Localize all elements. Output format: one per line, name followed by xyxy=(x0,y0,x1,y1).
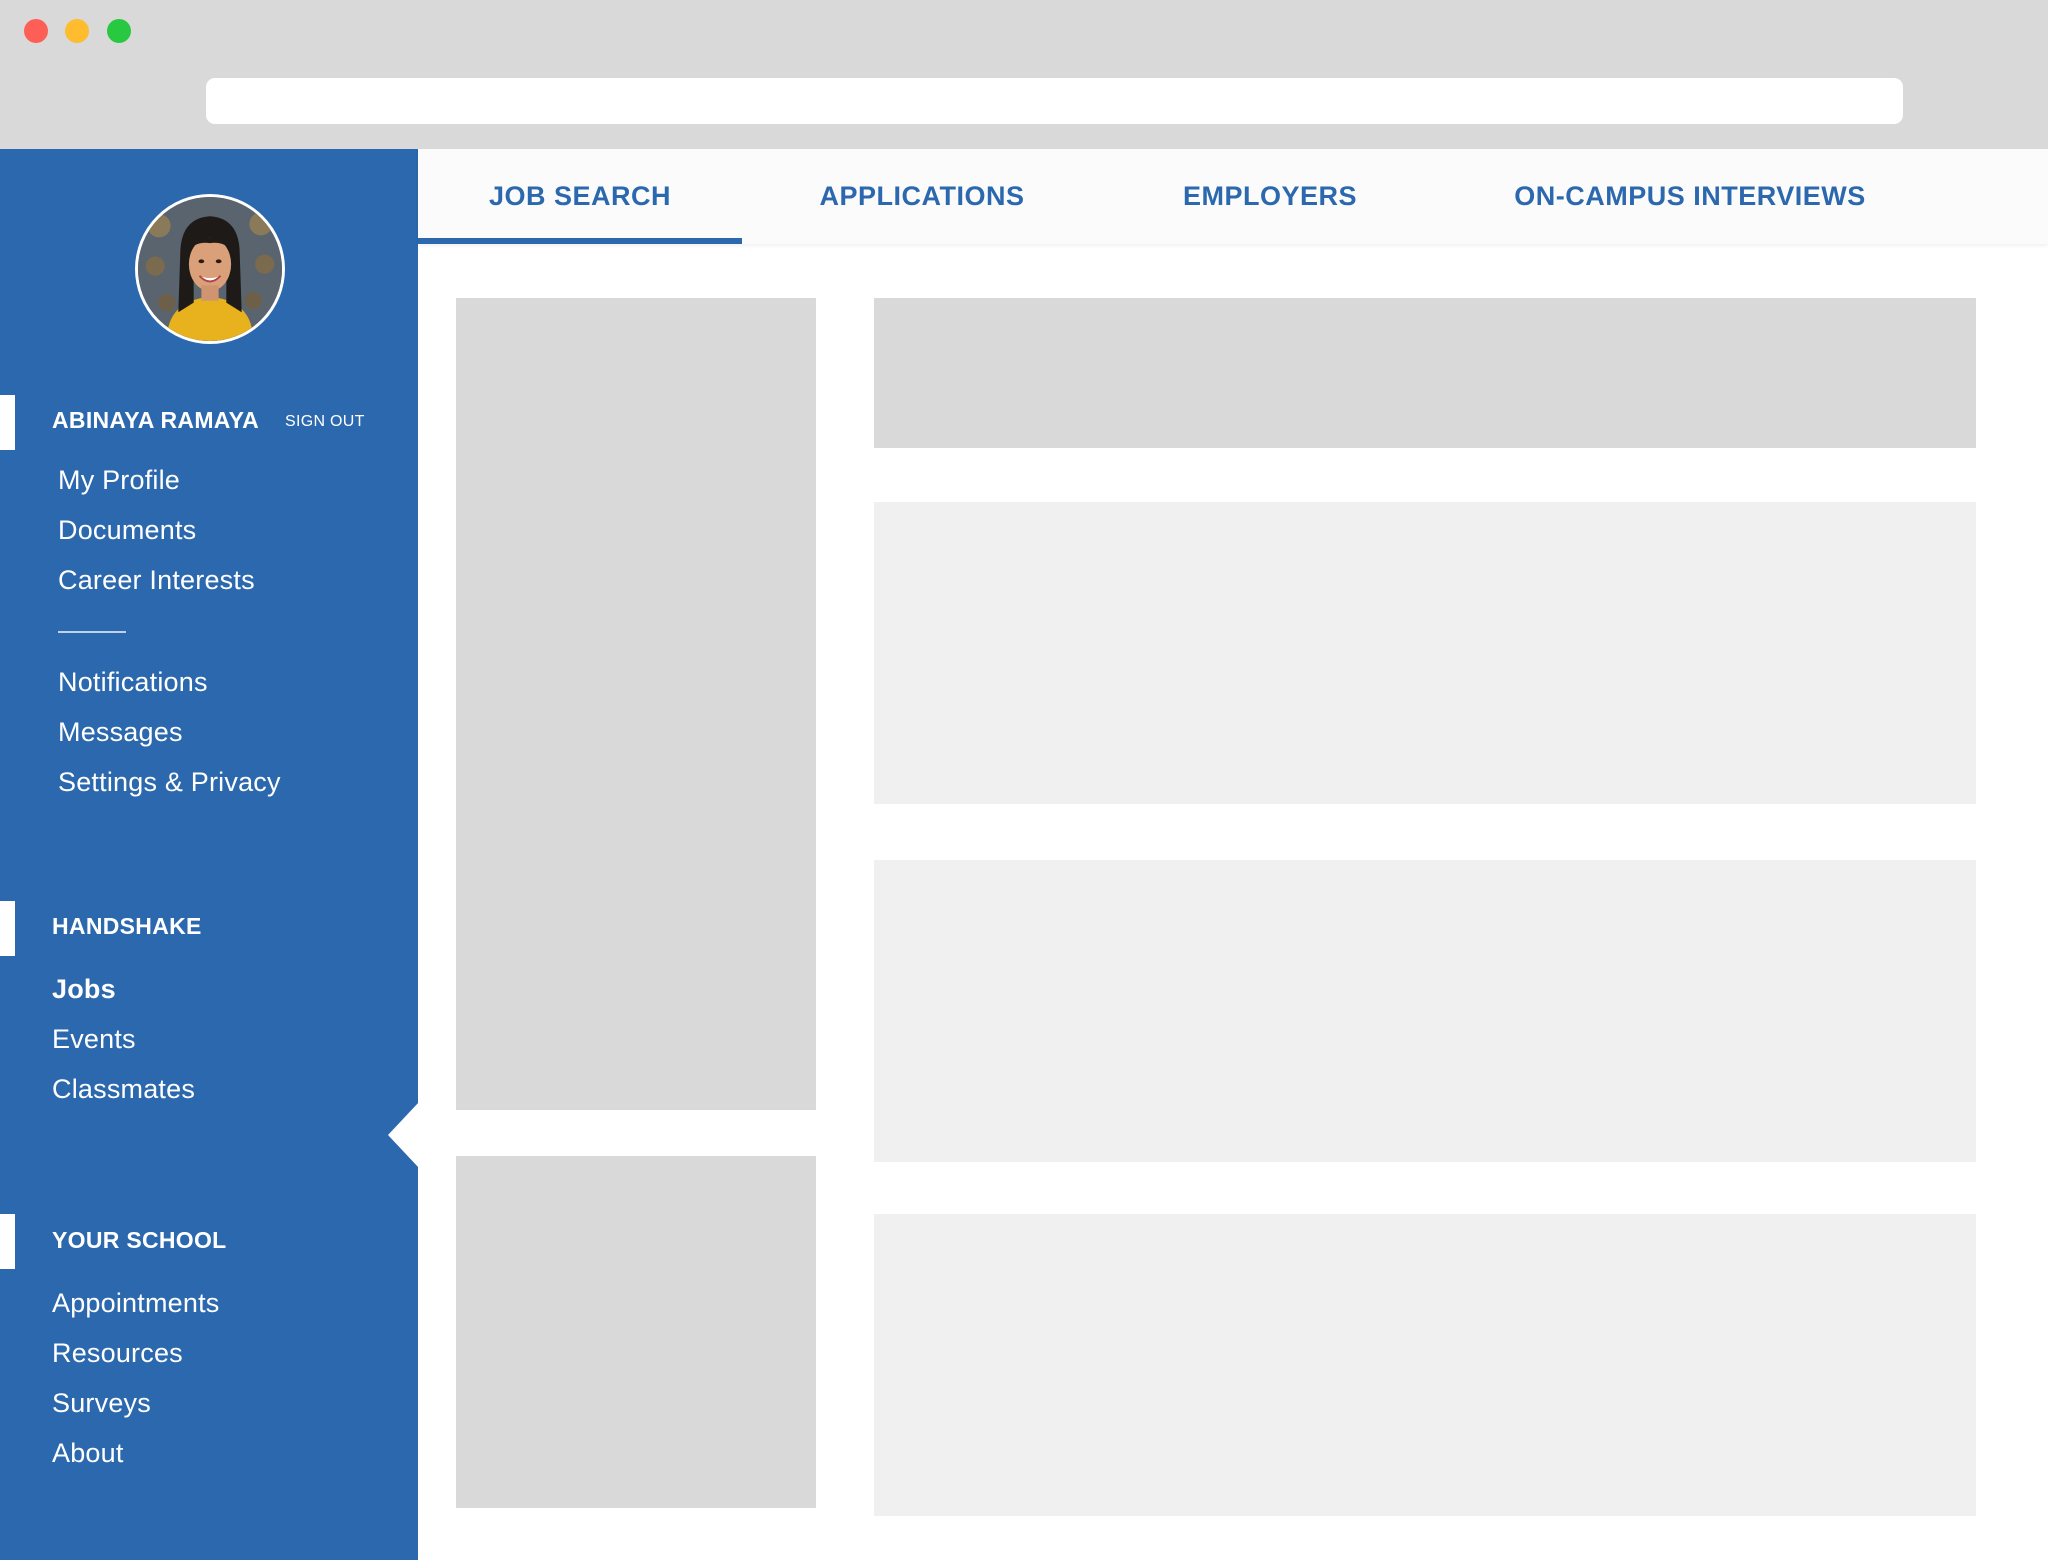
browser-chrome xyxy=(0,0,2048,149)
sidebar-item-career-interests[interactable]: Career Interests xyxy=(58,565,255,596)
side-card-placeholder xyxy=(456,1156,816,1508)
sign-out-link[interactable]: SIGN OUT xyxy=(285,413,365,431)
address-bar[interactable] xyxy=(206,78,1903,124)
window-close-button[interactable] xyxy=(24,19,48,43)
job-card-placeholder[interactable] xyxy=(874,860,1976,1162)
section-marker-school xyxy=(0,1214,15,1269)
sidebar-item-resources[interactable]: Resources xyxy=(52,1338,183,1369)
sidebar-item-jobs[interactable]: Jobs xyxy=(52,974,116,1005)
avatar-photo xyxy=(138,197,282,341)
sidebar-item-surveys[interactable]: Surveys xyxy=(52,1388,151,1419)
active-item-pointer xyxy=(388,1102,419,1168)
sidebar: ABINAYA RAMAYA SIGN OUT My Profile Docum… xyxy=(0,149,419,1560)
window-minimize-button[interactable] xyxy=(65,19,89,43)
filter-panel-placeholder xyxy=(456,298,816,1110)
job-card-placeholder[interactable] xyxy=(874,1214,1976,1516)
tab-employers[interactable]: EMPLOYERS xyxy=(1180,149,1360,244)
sidebar-divider xyxy=(58,631,126,633)
tab-bar: JOB SEARCH APPLICATIONS EMPLOYERS ON-CAM… xyxy=(418,149,2048,244)
section-marker-handshake xyxy=(0,901,15,956)
sidebar-item-messages[interactable]: Messages xyxy=(58,717,183,748)
sidebar-item-settings-privacy[interactable]: Settings & Privacy xyxy=(58,767,281,798)
sidebar-item-notifications[interactable]: Notifications xyxy=(58,667,208,698)
section-title-your-school: YOUR SCHOOL xyxy=(52,1227,227,1253)
sidebar-item-classmates[interactable]: Classmates xyxy=(52,1074,195,1105)
job-card-placeholder[interactable] xyxy=(874,502,1976,804)
tab-job-search[interactable]: JOB SEARCH xyxy=(418,149,742,244)
window-maximize-button[interactable] xyxy=(107,19,131,43)
section-marker-account xyxy=(0,395,15,450)
sidebar-item-events[interactable]: Events xyxy=(52,1024,136,1055)
sidebar-item-about[interactable]: About xyxy=(52,1438,124,1469)
sidebar-item-documents[interactable]: Documents xyxy=(58,515,196,546)
section-title-handshake: HANDSHAKE xyxy=(52,913,202,939)
sidebar-item-appointments[interactable]: Appointments xyxy=(52,1288,220,1319)
sidebar-item-my-profile[interactable]: My Profile xyxy=(58,465,180,496)
user-avatar[interactable] xyxy=(135,194,285,344)
tab-on-campus-interviews[interactable]: ON-CAMPUS INTERVIEWS xyxy=(1510,149,1870,244)
search-header-placeholder xyxy=(874,298,1976,448)
user-name: ABINAYA RAMAYA xyxy=(52,407,260,433)
tab-applications[interactable]: APPLICATIONS xyxy=(810,149,1034,244)
